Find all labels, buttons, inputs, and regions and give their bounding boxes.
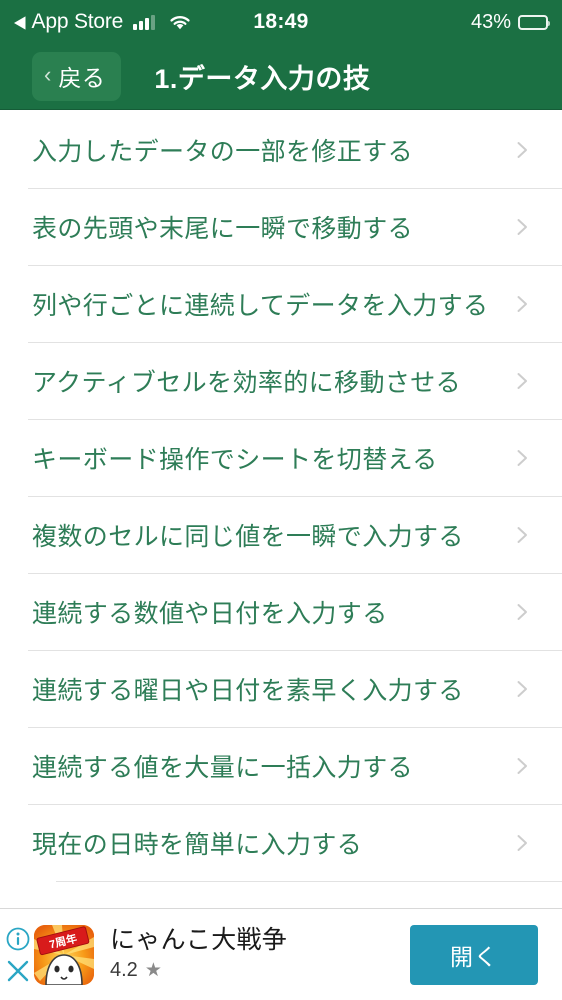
list-item-label: 表の先頭や末尾に一瞬で移動する xyxy=(32,214,414,243)
signal-bars-icon xyxy=(133,14,156,30)
ad-meta-icons xyxy=(0,918,34,992)
back-button-label: 戻る xyxy=(58,65,106,91)
list-end-divider xyxy=(56,881,562,882)
list-item-label: 連続する数値や日付を入力する xyxy=(32,599,388,628)
list-item-label: キーボード操作でシートを切替える xyxy=(32,445,438,474)
chevron-right-icon xyxy=(512,371,532,391)
list-item[interactable]: 連続する値を大量に一括入力する xyxy=(0,727,562,804)
page-title: 1.データ入力の技 xyxy=(154,64,371,94)
list-item-label: 現在の日時を簡単に入力する xyxy=(32,830,363,859)
list-item-label: アクティブセルを効率的に移動させる xyxy=(32,368,462,397)
back-to-app-store-icon[interactable]: ◀ xyxy=(14,13,26,30)
battery-icon xyxy=(518,14,550,30)
list-item-label: 複数のセルに同じ値を一瞬で入力する xyxy=(32,522,464,551)
list-item[interactable]: 連続する数値や日付を入力する xyxy=(0,573,562,650)
ad-app-icon[interactable]: 7周年 xyxy=(34,924,94,985)
list-item-label: 連続する値を大量に一括入力する xyxy=(32,753,414,782)
list-item[interactable]: 複数のセルに同じ値を一瞬で入力する xyxy=(0,496,562,573)
wifi-icon xyxy=(168,14,192,31)
status-bar-right: 43% xyxy=(470,10,550,34)
chevron-right-icon xyxy=(512,525,532,545)
list-item[interactable]: 入力したデータの一部を修正する xyxy=(0,111,562,188)
list-item-label: 列や行ごとに連続してデータを入力する xyxy=(32,291,489,320)
list-item-label: 連続する曜日や日付を素早く入力する xyxy=(32,676,464,705)
list-item[interactable]: アクティブセルを効率的に移動させる xyxy=(0,342,562,419)
info-icon[interactable] xyxy=(5,926,31,952)
close-icon[interactable] xyxy=(5,958,31,984)
chevron-right-icon xyxy=(512,756,532,776)
list-item[interactable]: キーボード操作でシートを切替える xyxy=(0,419,562,496)
star-icon: ★ xyxy=(144,959,162,981)
chevron-right-icon xyxy=(512,217,532,237)
chevron-right-icon xyxy=(512,448,532,468)
technique-list: 入力したデータの一部を修正する 表の先頭や末尾に一瞬で移動する列や行ごとに連続して… xyxy=(0,110,562,881)
navigation-bar: ‹ 戻る 1.データ入力の技 xyxy=(0,44,562,110)
chevron-right-icon xyxy=(512,602,532,622)
ad-rating-row: 4.2 ★ xyxy=(110,959,410,982)
back-to-app-store-label[interactable]: App Store xyxy=(32,10,124,34)
ad-app-title: にゃんこ大戦争 xyxy=(110,926,288,955)
ad-open-button[interactable]: 開く xyxy=(410,924,538,985)
chevron-right-icon xyxy=(512,140,532,160)
ad-text-block: にゃんこ大戦争 4.2 ★ xyxy=(110,927,410,982)
list-item[interactable]: 連続する曜日や日付を素早く入力する xyxy=(0,650,562,727)
chevron-right-icon xyxy=(512,679,532,699)
status-bar-left: ◀ App Store xyxy=(14,10,192,34)
list-item[interactable]: 表の先頭や末尾に一瞬で移動する xyxy=(0,188,562,265)
chevron-right-icon xyxy=(512,833,532,853)
ad-banner[interactable]: 7周年 にゃんこ大戦争 4.2 ★ 開く xyxy=(0,908,562,1000)
back-button[interactable]: ‹ 戻る xyxy=(32,52,122,101)
list-item[interactable]: 現在の日時を簡単に入力する xyxy=(0,804,562,881)
chevron-right-icon xyxy=(512,294,532,314)
ad-rating-value: 4.2 xyxy=(110,958,138,981)
list-item[interactable]: 列や行ごとに連続してデータを入力する xyxy=(0,265,562,342)
status-bar: ◀ App Store 18:49 43% xyxy=(0,0,562,44)
battery-percent-label: 43% xyxy=(470,10,511,33)
chevron-left-icon: ‹ xyxy=(44,62,52,87)
list-item-label: 入力したデータの一部を修正する xyxy=(32,137,414,166)
